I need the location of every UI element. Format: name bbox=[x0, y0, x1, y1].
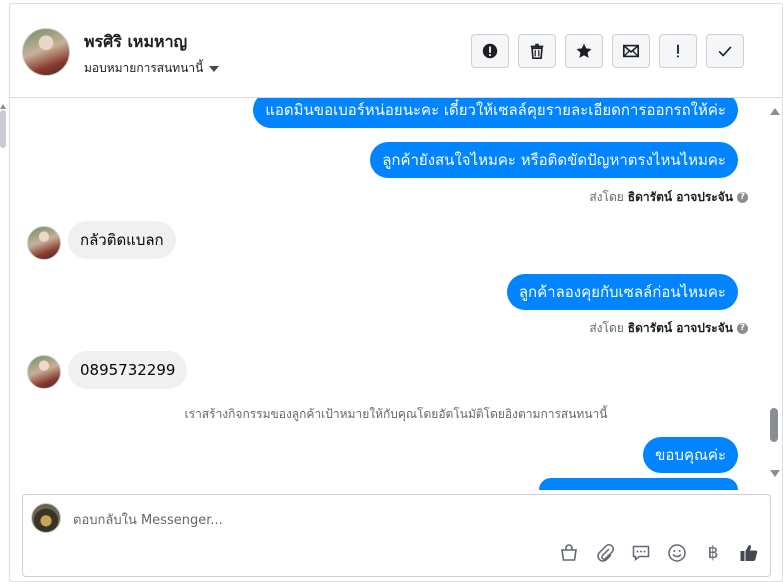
message-thread[interactable]: แอดมินขอเบอร์หน่อยนะคะ เดี๋ยวให้เซลล์คุย… bbox=[10, 98, 782, 490]
message-outgoing[interactable]: แอดมินขอเบอร์หน่อยนะคะ เดี๋ยวให้เซลล์คุย… bbox=[253, 98, 738, 128]
scrollbar-thumb[interactable] bbox=[770, 408, 778, 442]
message-outgoing-partial[interactable] bbox=[539, 478, 738, 490]
emoji-button[interactable] bbox=[666, 542, 688, 564]
star-icon bbox=[576, 43, 592, 58]
message-outgoing[interactable]: ขอบคุณค่ะ bbox=[643, 437, 738, 473]
check-icon bbox=[718, 46, 732, 57]
emoji-icon bbox=[668, 544, 686, 562]
mark-done-button[interactable] bbox=[706, 34, 744, 68]
assign-conversation-dropdown[interactable]: มอบหมายการสนทนานี้ bbox=[84, 59, 220, 78]
conversation-header: พรศิริ เหมหาญ มอบหมายการสนทนานี้ bbox=[10, 4, 782, 98]
envelope-icon bbox=[622, 44, 640, 58]
system-note: เราสร้างกิจกรรมของลูกค้าเป้าหมายให้กับคุ… bbox=[184, 407, 608, 421]
header-actions bbox=[471, 34, 744, 68]
trash-icon bbox=[530, 43, 544, 60]
contact-mini-avatar[interactable] bbox=[27, 226, 61, 260]
delete-button[interactable] bbox=[518, 34, 556, 68]
exclamation-icon bbox=[677, 44, 679, 58]
page-avatar bbox=[31, 503, 61, 533]
sent-by-info: ส่งโดย ธิดารัตน์ อาจประจัน ? bbox=[589, 319, 748, 338]
contact-name[interactable]: พรศิริ เหมหาญ bbox=[84, 30, 187, 55]
message-incoming[interactable]: กลัวติดแบลก bbox=[68, 221, 176, 259]
sent-by-info: ส่งโดย ธิดารัตน์ อาจประจัน ? bbox=[589, 188, 748, 207]
saved-replies-icon bbox=[632, 545, 650, 561]
mark-unread-button[interactable] bbox=[612, 34, 650, 68]
message-incoming[interactable]: 0895732299 bbox=[68, 351, 188, 389]
sent-by-name[interactable]: ธิดารัตน์ อาจประจัน bbox=[628, 188, 733, 207]
alert-circle-icon bbox=[482, 43, 498, 59]
shop-button[interactable] bbox=[558, 542, 580, 564]
payment-button[interactable]: ฿ bbox=[702, 542, 724, 564]
message-outgoing[interactable]: ลูกค้าลองคุยกับเซลล์ก่อนไหมคะ bbox=[506, 274, 738, 310]
baht-payment-icon: ฿ bbox=[707, 543, 719, 563]
star-button[interactable] bbox=[565, 34, 603, 68]
contact-mini-avatar[interactable] bbox=[27, 355, 61, 389]
message-outgoing[interactable]: ลูกค้ายังสนใจไหมคะ หรือติดขัดปัญหาตรงไหน… bbox=[370, 142, 738, 178]
contact-avatar[interactable] bbox=[22, 28, 70, 76]
conversation-panel: พรศิริ เหมหาญ มอบหมายการสนทนานี้ แอดมินข… bbox=[9, 3, 783, 582]
reply-composer: ฿ bbox=[22, 494, 771, 577]
help-icon[interactable]: ? bbox=[737, 192, 748, 203]
thumbs-up-icon bbox=[740, 545, 758, 561]
like-button[interactable] bbox=[738, 542, 760, 564]
caret-down-icon bbox=[209, 65, 220, 72]
reply-input[interactable] bbox=[71, 509, 755, 531]
outer-scrollbar-thumb[interactable] bbox=[0, 110, 6, 148]
sent-by-prefix: ส่งโดย bbox=[589, 321, 624, 335]
thread-scrollbar[interactable] bbox=[768, 98, 782, 490]
paperclip-icon bbox=[597, 544, 614, 562]
composer-toolbar: ฿ bbox=[558, 542, 760, 564]
mark-spam-button[interactable] bbox=[471, 34, 509, 68]
shopping-bag-icon bbox=[561, 544, 577, 561]
follow-up-button[interactable] bbox=[659, 34, 697, 68]
attach-button[interactable] bbox=[594, 542, 616, 564]
scroll-up-arrow[interactable] bbox=[770, 108, 780, 115]
saved-replies-button[interactable] bbox=[630, 542, 652, 564]
sent-by-prefix: ส่งโดย bbox=[589, 190, 624, 204]
sent-by-name[interactable]: ธิดารัตน์ อาจประจัน bbox=[628, 319, 733, 338]
help-icon[interactable]: ? bbox=[737, 323, 748, 334]
scroll-up-arrow-left bbox=[0, 104, 6, 109]
assign-label: มอบหมายการสนทนานี้ bbox=[84, 61, 204, 75]
scroll-down-arrow[interactable] bbox=[770, 470, 780, 477]
